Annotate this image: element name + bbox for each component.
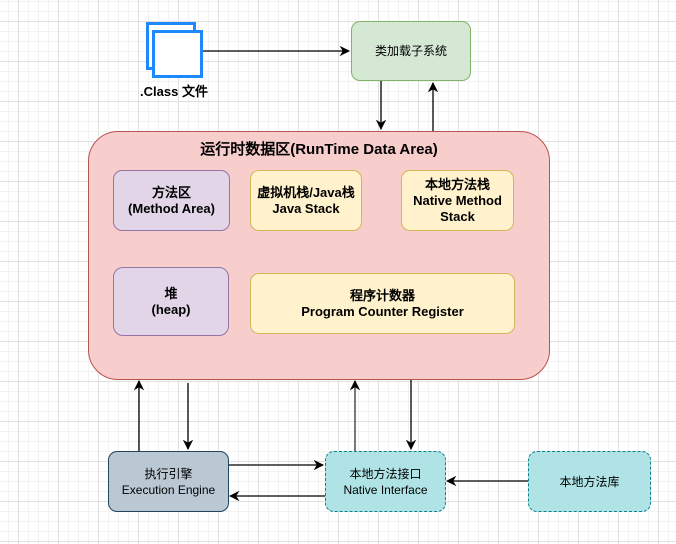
native-stack-line1: 本地方法栈	[424, 176, 490, 192]
native-stack-line3: Stack	[440, 208, 475, 224]
method-area-line2: (Method Area)	[128, 200, 215, 216]
execution-engine-node[interactable]: 执行引擎 Execution Engine	[108, 451, 229, 512]
native-interface-line2: Native Interface	[343, 482, 428, 497]
class-loader-label: 类加载子系统	[374, 44, 447, 58]
pc-register-line2: Program Counter Register	[301, 303, 464, 319]
native-interface-line1: 本地方法接口	[349, 466, 422, 481]
heap-node[interactable]: 堆 (heap)	[113, 267, 229, 336]
runtime-data-area[interactable]: 运行时数据区(RunTime Data Area)	[88, 131, 550, 380]
java-stack-node[interactable]: 虚拟机栈/Java栈 Java Stack	[250, 170, 362, 231]
class-loader-node[interactable]: 类加载子系统	[351, 21, 471, 81]
method-area-line1: 方法区	[151, 184, 191, 200]
runtime-area-title: 运行时数据区(RunTime Data Area)	[200, 141, 438, 158]
class-file-label: .Class 文件	[140, 84, 208, 99]
execution-engine-line1: 执行引擎	[144, 466, 193, 481]
java-stack-line1: 虚拟机栈/Java栈	[257, 184, 355, 200]
heap-line2: (heap)	[151, 301, 191, 317]
heap-line1: 堆	[164, 285, 178, 301]
execution-engine-line2: Execution Engine	[121, 482, 216, 497]
file-stack-icon	[140, 18, 220, 82]
native-method-stack-node[interactable]: 本地方法栈 Native Method Stack	[401, 170, 514, 231]
method-area-node[interactable]: 方法区 (Method Area)	[113, 170, 230, 231]
native-library-label: 本地方法库	[559, 474, 620, 489]
native-library-node[interactable]: 本地方法库	[528, 451, 651, 512]
class-file-node[interactable]: .Class 文件	[140, 18, 220, 100]
pc-register-node[interactable]: 程序计数器 Program Counter Register	[250, 273, 515, 334]
java-stack-line2: Java Stack	[272, 200, 340, 216]
native-interface-node[interactable]: 本地方法接口 Native Interface	[325, 451, 446, 512]
pc-register-line1: 程序计数器	[349, 287, 415, 303]
native-stack-line2: Native Method	[413, 192, 502, 208]
